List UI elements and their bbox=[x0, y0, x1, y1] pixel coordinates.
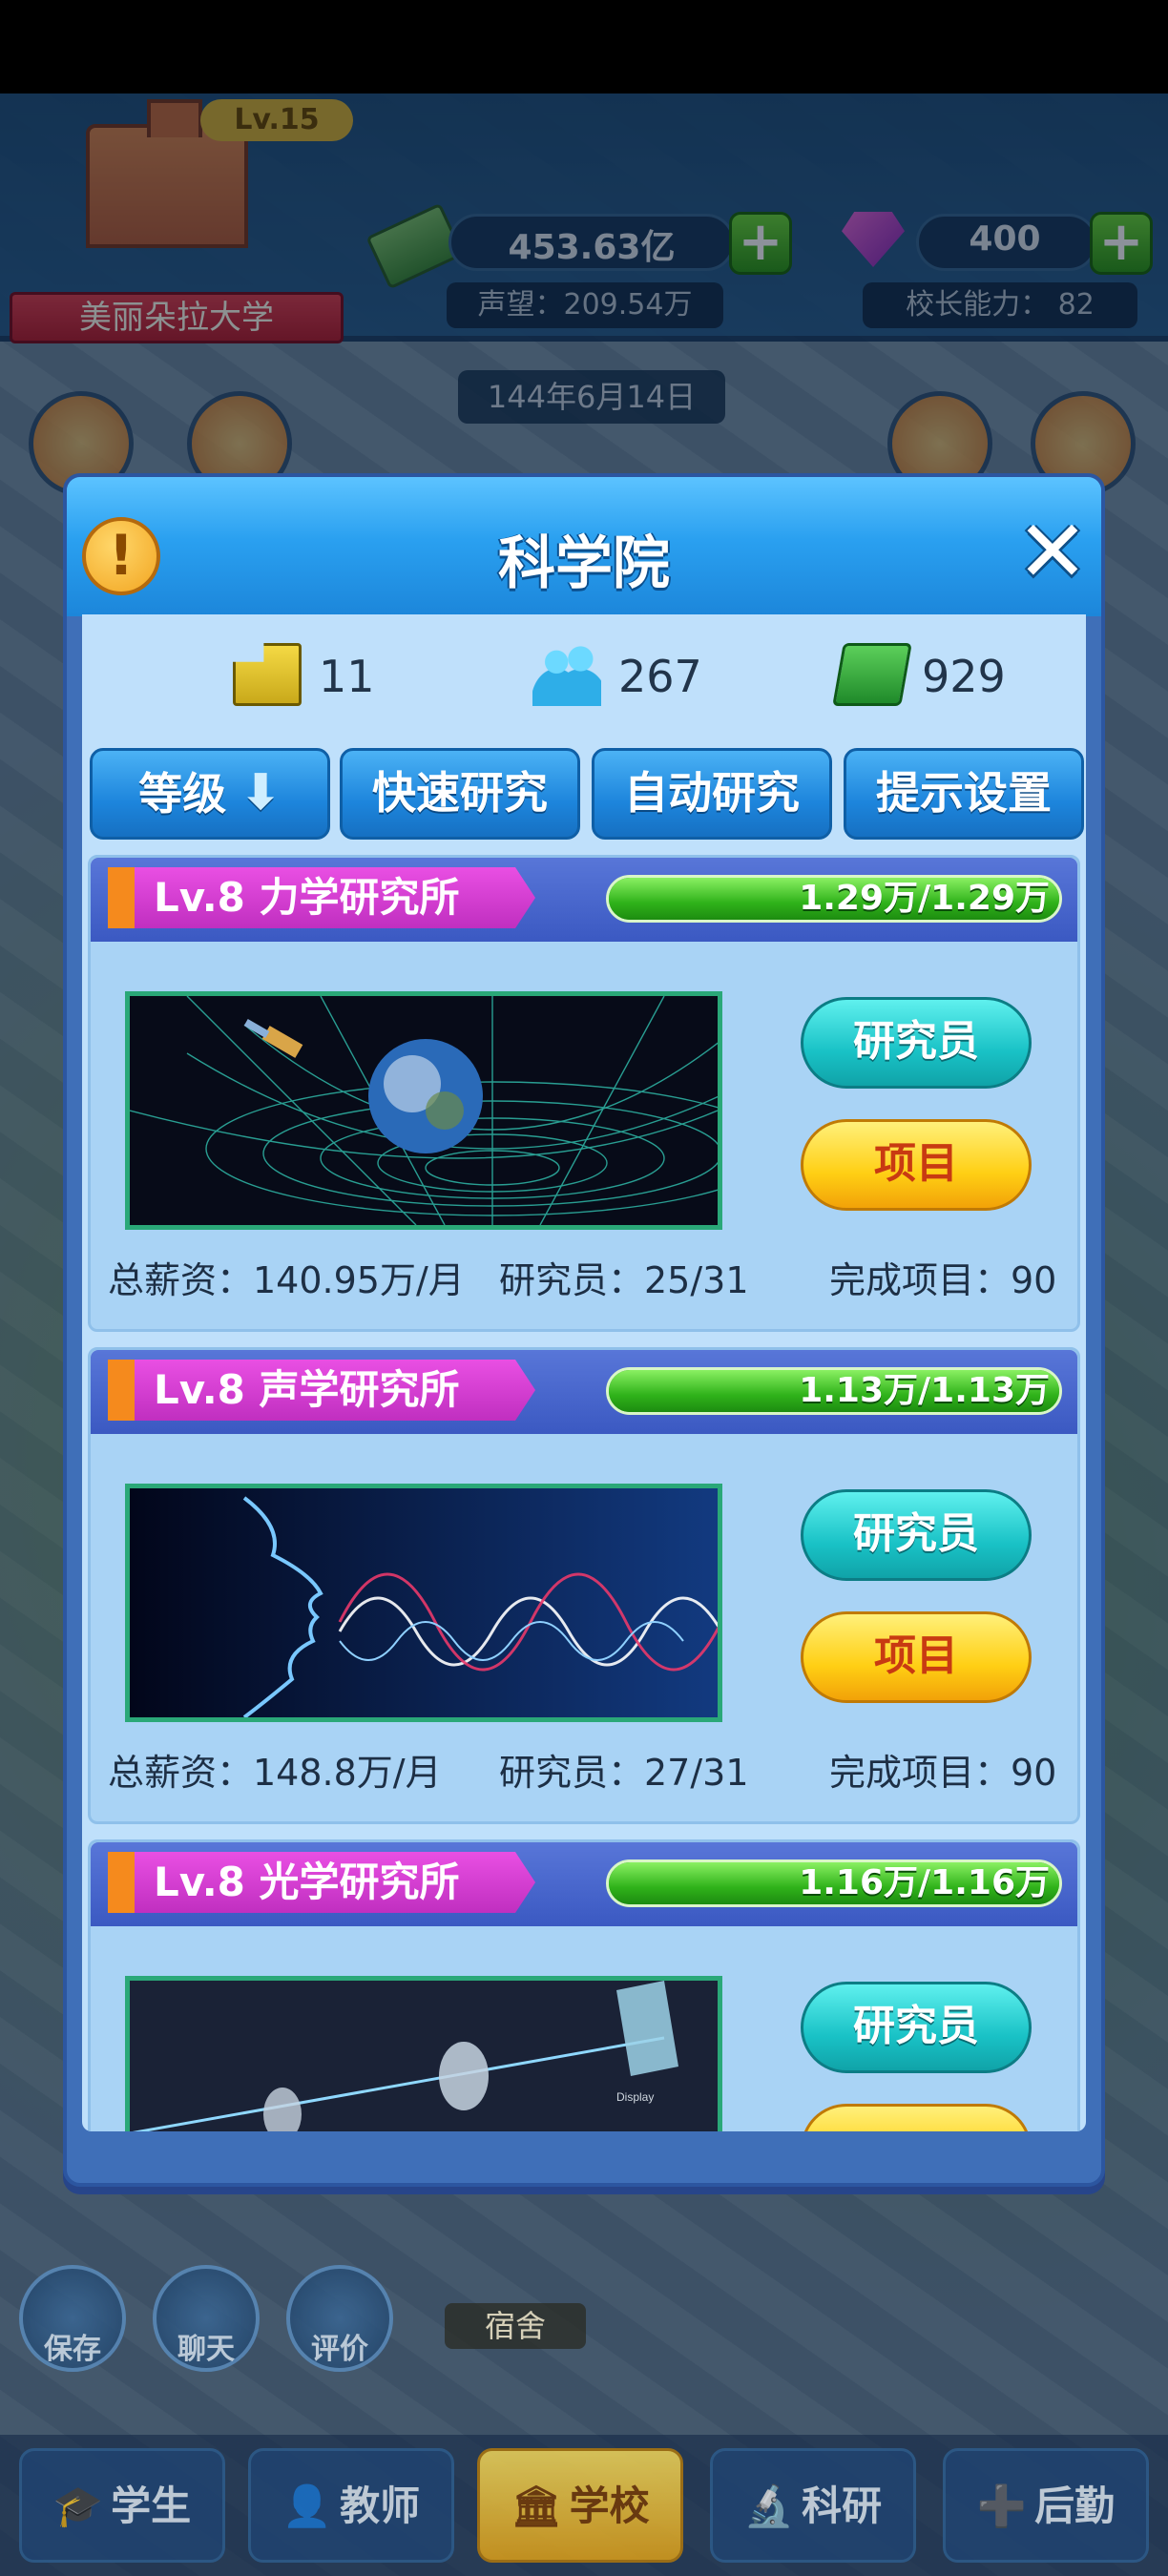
chat-button[interactable]: 聊天 bbox=[153, 2265, 260, 2372]
building-count: 11 bbox=[319, 651, 375, 702]
arrow-down-icon: ⬇ bbox=[240, 764, 282, 821]
dialog-header: ! 科学院 ✕ bbox=[67, 477, 1101, 616]
researcher-button[interactable]: 研究员 bbox=[801, 997, 1032, 1089]
lab-header: Lv.8 光学研究所 1.16万/1.16万 bbox=[91, 1842, 1077, 1926]
lab-progress-text: 1.16万/1.16万 bbox=[799, 1863, 1050, 1902]
lab-card-optics: Lv.8 光学研究所 1.16万/1.16万 Display 研究员 bbox=[88, 1839, 1080, 2131]
lab-accent bbox=[108, 1852, 135, 1913]
close-button[interactable]: ✕ bbox=[1012, 509, 1094, 595]
tab-quick-research[interactable]: 快速研究 bbox=[340, 748, 580, 840]
project-button[interactable]: 项目 bbox=[801, 1119, 1032, 1211]
lab-progress-bar: 1.16万/1.16万 bbox=[606, 1859, 1062, 1907]
teacher-icon: 👤 bbox=[282, 2483, 333, 2529]
sound-wave-image bbox=[130, 1488, 718, 1717]
chat-label: 聊天 bbox=[177, 2333, 235, 2366]
nav-logistics[interactable]: ➕ 后勤 bbox=[943, 2448, 1149, 2563]
science-academy-dialog: ! 科学院 ✕ 11 267 929 等级 ⬇ 快速研究 自动研究 提示设置 L… bbox=[63, 473, 1105, 2187]
lab-accent bbox=[108, 867, 135, 928]
project-button-partial[interactable] bbox=[801, 2104, 1032, 2131]
lab-image-sound[interactable] bbox=[125, 1484, 722, 1722]
researcher-button[interactable]: 研究员 bbox=[801, 1982, 1032, 2073]
lab-progress-bar: 1.29万/1.29万 bbox=[606, 875, 1062, 923]
lab-accent bbox=[108, 1360, 135, 1421]
dialog-body: 11 267 929 等级 ⬇ 快速研究 自动研究 提示设置 Lv.8 力学研究所 bbox=[82, 614, 1086, 2131]
save-label: 保存 bbox=[44, 2333, 101, 2366]
dorm-map-label[interactable]: 宿舍 bbox=[445, 2303, 586, 2349]
building-icon: 🏛 bbox=[511, 2483, 562, 2529]
lab-salary: 总薪资：140.95万/月 bbox=[108, 1259, 465, 1301]
logistics-icon: ➕ bbox=[976, 2483, 1028, 2529]
dialog-title: 科学院 bbox=[498, 530, 670, 597]
tab-auto-research[interactable]: 自动研究 bbox=[592, 748, 832, 840]
cash-count: 929 bbox=[922, 651, 1006, 702]
tab-level-label: 等级 bbox=[138, 768, 227, 820]
spacetime-grid-image bbox=[130, 996, 718, 1225]
people-icon bbox=[532, 643, 601, 706]
lab-image-optics[interactable]: Display bbox=[125, 1976, 722, 2131]
stats-row: 11 267 929 bbox=[82, 639, 1086, 716]
lab-card-acoustics: Lv.8 声学研究所 1.13万/1.13万 研究员 项目 总薪资：148.8万… bbox=[88, 1347, 1080, 1824]
review-button[interactable]: 评价 bbox=[286, 2265, 393, 2372]
tab-notify-settings[interactable]: 提示设置 bbox=[844, 748, 1084, 840]
lab-name: Lv.8 声学研究所 bbox=[135, 1360, 535, 1421]
nav-school[interactable]: 🏛 学校 bbox=[477, 2448, 683, 2563]
lab-info-row: 总薪资：148.8万/月 研究员：27/31 完成项目：90 bbox=[108, 1743, 1062, 1800]
nav-school-label: 学校 bbox=[569, 2483, 650, 2529]
lab-progress-text: 1.13万/1.13万 bbox=[799, 1371, 1050, 1410]
people-count: 267 bbox=[618, 651, 702, 702]
lab-header: Lv.8 声学研究所 1.13万/1.13万 bbox=[91, 1350, 1077, 1434]
tab-bar: 等级 ⬇ 快速研究 自动研究 提示设置 bbox=[90, 748, 1084, 843]
building-icon bbox=[233, 643, 302, 706]
lab-progress-bar: 1.13万/1.13万 bbox=[606, 1367, 1062, 1415]
lab-info-row: 总薪资：140.95万/月 研究员：25/31 完成项目：90 bbox=[108, 1251, 1062, 1308]
lab-header: Lv.8 力学研究所 1.29万/1.29万 bbox=[91, 858, 1077, 942]
lab-completed: 完成项目：90 bbox=[829, 1259, 1057, 1301]
lab-progress-text: 1.29万/1.29万 bbox=[799, 879, 1050, 918]
lab-completed: 完成项目：90 bbox=[829, 1752, 1057, 1794]
nav-logistics-label: 后勤 bbox=[1034, 2483, 1116, 2529]
image-caption: Display bbox=[616, 2090, 654, 2104]
graduation-cap-icon: 🎓 bbox=[52, 2483, 104, 2529]
nav-teachers-label: 教师 bbox=[340, 2483, 421, 2529]
lab-card-mechanics: Lv.8 力学研究所 1.29万/1.29万 研究员 项目 总薪资：140.95… bbox=[88, 855, 1080, 1332]
nav-teachers[interactable]: 👤 教师 bbox=[248, 2448, 454, 2563]
researcher-button[interactable]: 研究员 bbox=[801, 1489, 1032, 1581]
lab-salary: 总薪资：148.8万/月 bbox=[108, 1752, 442, 1794]
status-bar bbox=[0, 0, 1168, 93]
lab-researchers: 研究员：27/31 bbox=[499, 1752, 749, 1794]
nav-research[interactable]: 🔬 科研 bbox=[710, 2448, 916, 2563]
nav-research-label: 科研 bbox=[802, 2483, 883, 2529]
save-button[interactable]: 保存 bbox=[19, 2265, 126, 2372]
lab-name: Lv.8 光学研究所 bbox=[135, 1852, 535, 1913]
optics-lens-image: Display bbox=[130, 1981, 718, 2131]
review-label: 评价 bbox=[311, 2333, 368, 2366]
cash-icon bbox=[832, 643, 912, 706]
lab-image-gravity[interactable] bbox=[125, 991, 722, 1230]
lab-researchers: 研究员：25/31 bbox=[499, 1259, 749, 1301]
lab-name: Lv.8 力学研究所 bbox=[135, 867, 535, 928]
nav-students[interactable]: 🎓 学生 bbox=[19, 2448, 225, 2563]
nav-students-label: 学生 bbox=[111, 2483, 192, 2529]
project-button[interactable]: 项目 bbox=[801, 1611, 1032, 1703]
bottom-nav: 🎓 学生 👤 教师 🏛 学校 🔬 科研 ➕ 后勤 bbox=[0, 2435, 1168, 2576]
microscope-icon: 🔬 bbox=[743, 2483, 795, 2529]
tab-level-sort[interactable]: 等级 ⬇ bbox=[90, 748, 330, 840]
